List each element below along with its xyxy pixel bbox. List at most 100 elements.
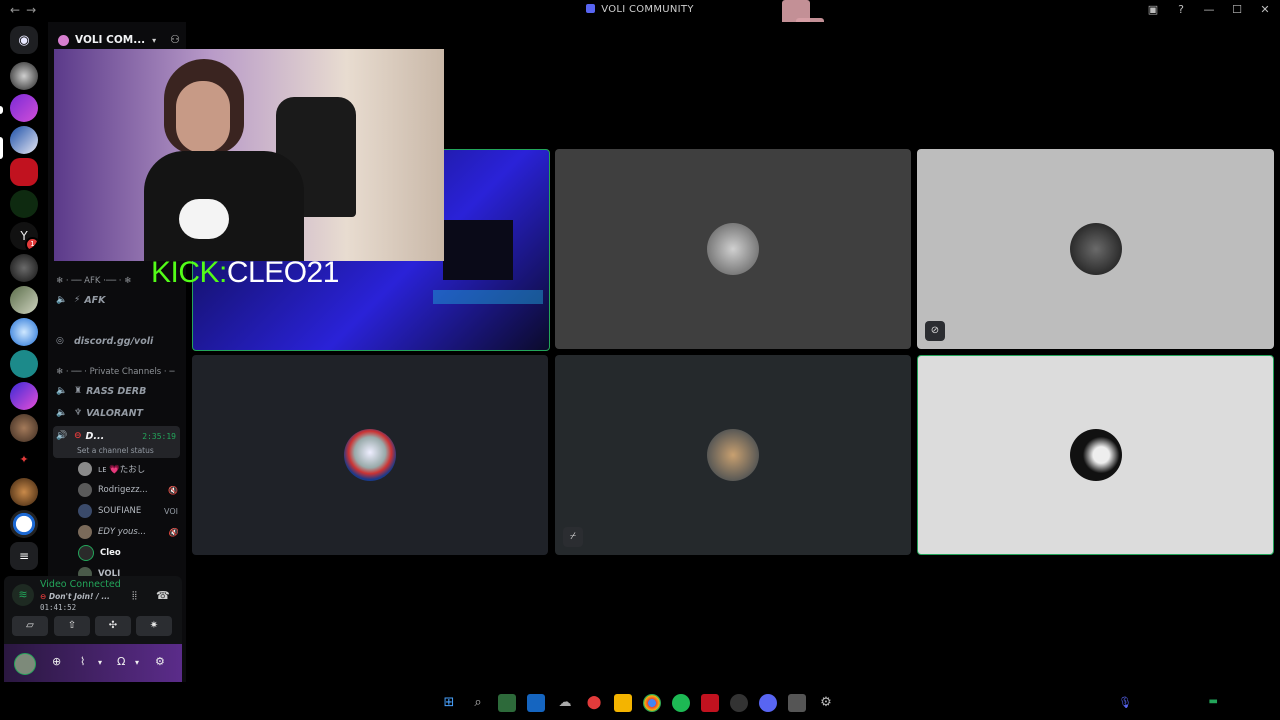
voice-user[interactable]: ʟᴇ 💗たおし xyxy=(78,460,178,478)
inbox-icon[interactable]: ▣ xyxy=(1146,3,1160,16)
voice-user[interactable]: Cleo xyxy=(78,544,178,562)
voice-user[interactable]: EDY yous... 🔇 xyxy=(78,523,178,541)
channel-invite[interactable]: ◎ discord.gg/voli xyxy=(56,332,180,350)
channel-rass-derb[interactable]: 🔈 ♜ RASS DERB xyxy=(56,382,180,400)
channel-afk[interactable]: 🔈 ⚡ AFK xyxy=(56,291,180,309)
voice-user-name: SOUFIANE xyxy=(98,506,142,516)
mute-mic-icon[interactable]: ⌇ xyxy=(80,655,85,668)
voice-channel-name[interactable]: ⊖ Don't Join! / ... xyxy=(40,592,130,601)
speaker-locked-icon: 🔈 xyxy=(56,408,68,418)
chevron-down-icon[interactable]: ▾ xyxy=(98,658,102,667)
server-icon-bmw[interactable] xyxy=(10,510,38,538)
server-icon-4[interactable] xyxy=(10,158,38,186)
server-icon-5[interactable] xyxy=(10,190,38,218)
chevron-down-icon[interactable]: ▾ xyxy=(135,658,139,667)
camera-off-icon: ▱ xyxy=(26,620,34,631)
stream-handle-overlay: KICK:CLEO21 xyxy=(151,256,339,290)
settings-icon[interactable]: ⚙ xyxy=(155,655,165,668)
server-icon-7[interactable] xyxy=(10,254,38,282)
app-icon[interactable] xyxy=(701,694,719,712)
voice-user[interactable]: Rodrigezz... 🔇 xyxy=(78,481,178,499)
tray-status-icon[interactable]: ▬ xyxy=(1209,696,1218,707)
soundboard-button[interactable]: ✷ xyxy=(136,616,172,636)
help-icon[interactable]: ? xyxy=(1174,3,1188,16)
server-icon-16[interactable]: ≡ xyxy=(10,542,38,570)
app-icon[interactable] xyxy=(498,694,516,712)
chrome-icon[interactable] xyxy=(788,694,806,712)
activities-button[interactable]: ✣ xyxy=(95,616,131,636)
channel-active[interactable]: 🔊 ⊖ D... 2:35:19 xyxy=(56,427,180,445)
chrome-icon[interactable] xyxy=(643,694,661,712)
app-icon[interactable]: ☁ xyxy=(556,694,574,712)
server-icon-12[interactable] xyxy=(10,414,38,442)
file-explorer-icon[interactable] xyxy=(614,694,632,712)
mail-icon[interactable] xyxy=(527,694,545,712)
mic-tray-icon[interactable]: 🎙 xyxy=(1118,696,1132,709)
category-private[interactable]: ❄ · ── · Private Channels · ─ xyxy=(56,367,174,377)
voice-user[interactable]: SOUFIANE VOI xyxy=(78,502,178,520)
server-icon-8[interactable] xyxy=(10,286,38,314)
user-avatar[interactable] xyxy=(14,653,36,675)
server-icon-stake[interactable] xyxy=(10,350,38,378)
avatar xyxy=(344,429,396,481)
server-icon-yeah[interactable]: Y1 xyxy=(10,222,38,250)
signal-strength-icon[interactable]: ≋ xyxy=(12,584,34,606)
voice-channel-label: Don't Join! / ... xyxy=(48,592,110,601)
close-icon[interactable]: ✕ xyxy=(1258,3,1272,16)
shirt-graphic xyxy=(179,199,229,239)
channel-valorant[interactable]: 🔈 ♆ VALORANT xyxy=(56,404,180,422)
user-panel: ⊕ ⌇ ▾ Ω ▾ ⚙ xyxy=(4,644,182,682)
discord-icon[interactable] xyxy=(759,694,777,712)
taskbar-icons: ⊞ ⌕ ☁ ⬤ ⚙ xyxy=(440,694,835,712)
server-icon-3[interactable] xyxy=(10,126,38,154)
channel-emoji: ♜ xyxy=(74,386,83,396)
server-icon-11[interactable] xyxy=(10,382,38,410)
server-icon-14[interactable] xyxy=(10,478,38,506)
channel-emoji: ♆ xyxy=(74,408,83,418)
search-icon[interactable]: ⌕ xyxy=(469,694,487,712)
server-icon-1[interactable] xyxy=(10,62,38,90)
discord-home-icon[interactable]: ◉ xyxy=(10,26,38,54)
server-icon-9[interactable] xyxy=(10,318,38,346)
maps-icon[interactable]: ⬤ xyxy=(585,694,603,712)
headphones-icon[interactable]: Ω xyxy=(117,655,125,668)
app-icon[interactable] xyxy=(730,694,748,712)
tile-user-6[interactable] xyxy=(917,355,1274,555)
avatar xyxy=(78,525,92,539)
category-afk[interactable]: ❄ · ── AFK ·── · ❄ xyxy=(56,276,131,286)
settings-icon[interactable]: ⚙ xyxy=(817,694,835,712)
windows-start-icon[interactable]: ⊞ xyxy=(440,694,458,712)
avatar xyxy=(707,429,759,481)
noise-suppression-icon[interactable]: ⦙⦙ xyxy=(132,589,137,603)
maximize-icon[interactable]: ☐ xyxy=(1230,3,1244,16)
server-icon-13[interactable]: ✦ xyxy=(10,446,38,474)
speaker-icon: 🔈 xyxy=(56,295,68,305)
spotify-icon[interactable] xyxy=(672,694,690,712)
server-icon-cleo[interactable] xyxy=(10,94,38,122)
voice-user-name: ʟᴇ 💗たおし xyxy=(98,465,146,475)
gamepad-icon[interactable]: ⊕ xyxy=(52,655,61,668)
camera-toggle-button[interactable]: ▱ xyxy=(12,616,48,636)
window-controls: ▣ ? — ☐ ✕ xyxy=(1146,3,1272,16)
tile-user-3[interactable]: ⊘ xyxy=(917,149,1274,349)
channel-timer: 2:35:19 xyxy=(142,431,176,441)
tile-user-2[interactable] xyxy=(555,149,911,349)
minimize-icon[interactable]: — xyxy=(1202,3,1216,16)
muted-icon: 🔇 xyxy=(168,485,178,495)
avatar xyxy=(78,504,92,518)
speaker-locked-icon: 🔈 xyxy=(56,386,68,396)
tile-user-5[interactable]: ⌿ xyxy=(555,355,911,555)
set-channel-status[interactable]: Set a channel status xyxy=(77,446,154,455)
tile-user-4[interactable] xyxy=(192,355,548,555)
disconnect-icon[interactable]: ☎ xyxy=(156,589,170,602)
muted-icon: 🔇 xyxy=(168,527,178,537)
dnd-icon: ⊖ xyxy=(40,592,49,601)
channel-name: VALORANT xyxy=(86,407,144,419)
taskbar: ⊞ ⌕ ☁ ⬤ ⚙ 🎙 ▬ xyxy=(0,682,1280,720)
screen-share-button[interactable]: ⇧ xyxy=(54,616,90,636)
voice-status[interactable]: Video Connected xyxy=(40,579,121,590)
selected-pill xyxy=(0,137,3,159)
invite-people-icon[interactable]: ⚇ xyxy=(170,33,180,46)
window-titlebar: ←→ VOLI COMMUNITY ▣ ? — ☐ ✕ xyxy=(0,0,1280,22)
mention-badge: 1 xyxy=(25,237,38,250)
